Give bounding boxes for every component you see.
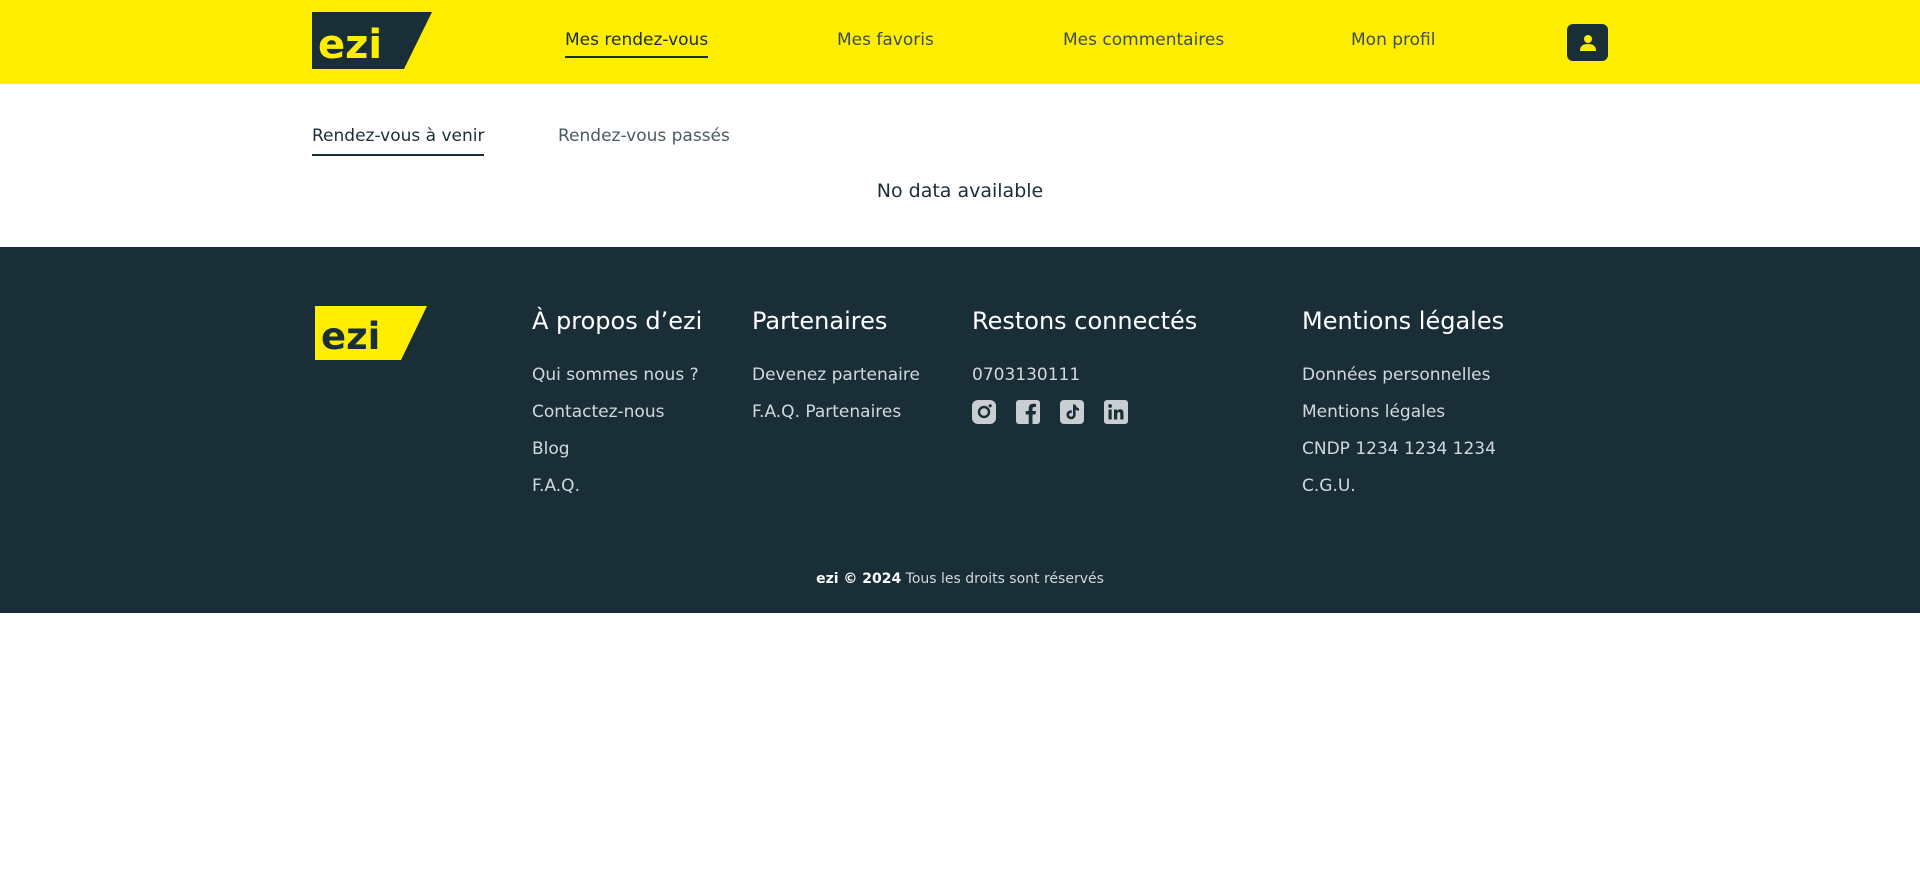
- instagram-icon[interactable]: [972, 400, 996, 424]
- footer-column-about: À propos d’ezi Qui sommes nous ? Contact…: [532, 307, 702, 513]
- footer-title-restons-connectes: Restons connectés: [972, 307, 1198, 335]
- footer-title-mentions-legales: Mentions légales: [1302, 307, 1505, 335]
- facebook-icon[interactable]: [1016, 400, 1040, 424]
- svg-text:ezi: ezi: [318, 22, 382, 68]
- footer-link-devenez-partenaire[interactable]: Devenez partenaire: [752, 365, 920, 402]
- footer-phone-number[interactable]: 0703130111: [972, 365, 1197, 402]
- ezi-logo[interactable]: ezi: [312, 12, 432, 69]
- nav-mes-commentaires[interactable]: Mes commentaires: [1063, 30, 1224, 50]
- footer-column-mentions-legales: Mentions légales Données personnelles Me…: [1302, 307, 1504, 513]
- top-nav-bar: ezi Mes rendez-vous Mes favoris Mes comm…: [0, 0, 1920, 84]
- footer: ezi À propos d’ezi Qui sommes nous ? Con…: [0, 247, 1920, 613]
- footer-link-qui-sommes-nous[interactable]: Qui sommes nous ?: [532, 365, 702, 402]
- svg-text:ezi: ezi: [321, 315, 380, 358]
- footer-link-faq[interactable]: F.A.Q.: [532, 476, 702, 513]
- profile-button[interactable]: [1567, 24, 1608, 61]
- footer-column-restons-connectes: Restons connectés 0703130111: [972, 307, 1197, 424]
- footer-link-cndp[interactable]: CNDP 1234 1234 1234: [1302, 439, 1504, 476]
- footer-link-mentions-legales[interactable]: Mentions légales: [1302, 402, 1504, 439]
- nav-mes-favoris[interactable]: Mes favoris: [837, 30, 934, 50]
- footer-link-faq-partenaires[interactable]: F.A.Q. Partenaires: [752, 402, 920, 439]
- footer-column-partenaires: Partenaires Devenez partenaire F.A.Q. Pa…: [752, 307, 920, 439]
- ezi-logo-footer[interactable]: ezi: [315, 306, 427, 360]
- tab-rendez-vous-passes[interactable]: Rendez-vous passés: [558, 126, 730, 154]
- copyright-text: Tous les droits sont réservés: [901, 571, 1104, 587]
- footer-link-donnees-personnelles[interactable]: Données personnelles: [1302, 365, 1504, 402]
- empty-state-message: No data available: [876, 180, 1044, 202]
- user-icon: [1579, 34, 1596, 51]
- copyright-brand: ezi © 2024: [816, 571, 902, 587]
- footer-link-contactez-nous[interactable]: Contactez-nous: [532, 402, 702, 439]
- social-icons-row: [972, 400, 1197, 424]
- copyright-notice: ezi © 2024 Tous les droits sont réservés: [0, 571, 1920, 587]
- footer-link-cgu[interactable]: C.G.U.: [1302, 476, 1504, 513]
- nav-mes-rendez-vous[interactable]: Mes rendez-vous: [565, 30, 709, 58]
- tiktok-icon[interactable]: [1060, 400, 1084, 424]
- footer-link-blog[interactable]: Blog: [532, 439, 702, 476]
- nav-mon-profil[interactable]: Mon profil: [1351, 30, 1436, 50]
- tab-rendez-vous-a-venir[interactable]: Rendez-vous à venir: [312, 126, 485, 156]
- linkedin-icon[interactable]: [1104, 400, 1128, 424]
- footer-title-partenaires: Partenaires: [752, 307, 888, 335]
- footer-title-about: À propos d’ezi: [532, 307, 703, 335]
